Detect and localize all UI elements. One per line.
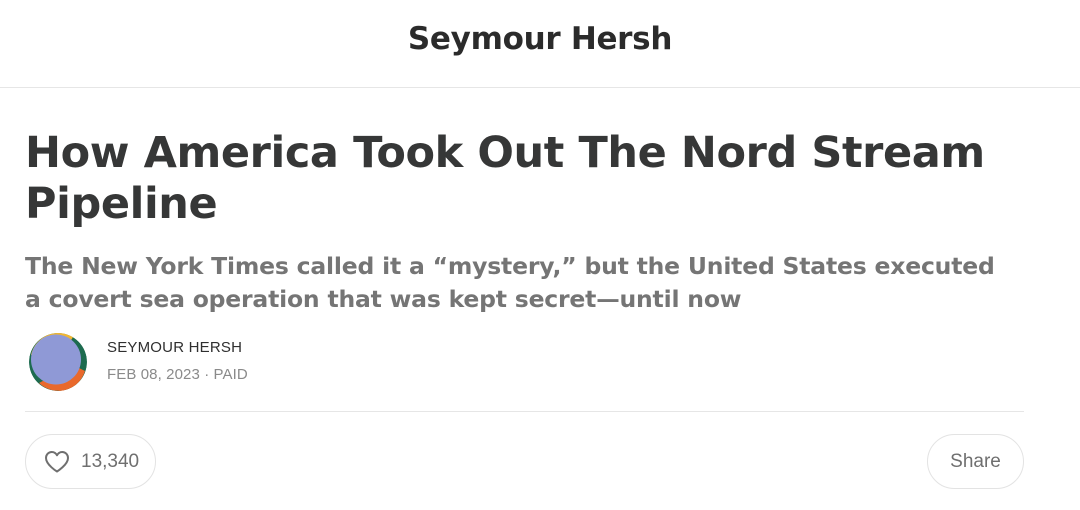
byline: SEYMOUR HERSH FEB 08, 2023 · PAID [25, 333, 1025, 393]
divider [25, 411, 1024, 412]
like-button[interactable]: 13,340 [25, 434, 156, 489]
author-name[interactable]: SEYMOUR HERSH [107, 339, 242, 356]
author-avatar[interactable] [29, 333, 87, 391]
avatar-image [29, 333, 87, 391]
share-button[interactable]: Share [927, 434, 1024, 489]
heart-icon [44, 450, 70, 474]
post-subtitle: The New York Times called it a “mystery,… [25, 252, 995, 313]
post-date-meta: FEB 08, 2023 · PAID [107, 366, 248, 383]
publication-name[interactable]: Seymour Hersh [408, 21, 672, 57]
post-title: How America Took Out The Nord Stream Pip… [25, 128, 985, 229]
like-count: 13,340 [81, 450, 140, 472]
publication-header: Seymour Hersh [0, 0, 1080, 88]
share-label: Share [950, 450, 1001, 472]
post-header: How America Took Out The Nord Stream Pip… [25, 128, 1025, 316]
